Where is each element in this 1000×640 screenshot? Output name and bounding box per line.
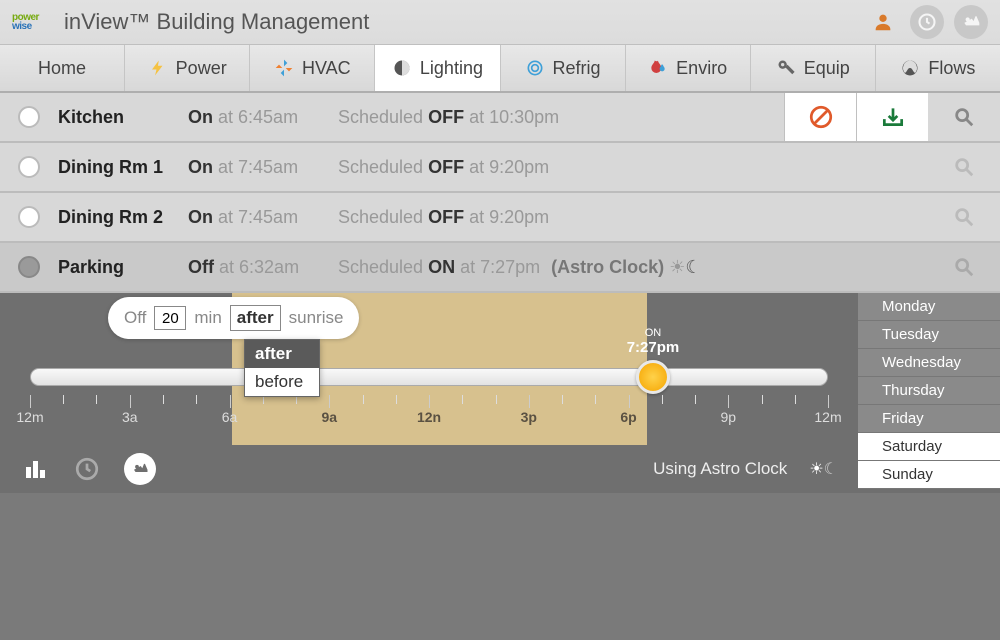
- app-title: inView™ Building Management: [64, 9, 369, 35]
- cancel-button[interactable]: [784, 93, 856, 141]
- zone-list: Kitchen On at 6:45am Scheduled OFF at 10…: [0, 93, 1000, 293]
- zone-state: On at 6:45am: [188, 107, 338, 128]
- logo-bottom: wise: [12, 21, 54, 32]
- zone-name: Parking: [58, 257, 188, 278]
- timeline-track[interactable]: ON 7:27pm: [30, 368, 828, 386]
- refrig-icon: [525, 58, 545, 78]
- dropdown-option[interactable]: before: [245, 368, 319, 396]
- zone-row[interactable]: Kitchen On at 6:45am Scheduled OFF at 10…: [0, 93, 1000, 143]
- zone-row[interactable]: Dining Rm 2 On at 7:45am Scheduled OFF a…: [0, 193, 1000, 243]
- enviro-icon: [648, 58, 668, 78]
- relation-select[interactable]: after: [230, 305, 281, 331]
- day-tuesday[interactable]: Tuesday: [858, 321, 1000, 349]
- main-tabs: Home Power HVAC Lighting Refrig Enviro E…: [0, 45, 1000, 93]
- astro-icon: ☀☾: [809, 459, 838, 479]
- tab-flows[interactable]: Flows: [876, 45, 1000, 91]
- tab-label: Home: [38, 58, 86, 79]
- day-saturday[interactable]: Saturday: [858, 433, 1000, 461]
- tab-label: Lighting: [420, 58, 483, 79]
- flows-icon: [900, 58, 920, 78]
- on-handle[interactable]: ON 7:27pm: [636, 360, 670, 394]
- app-header: power wise inView™ Building Management: [0, 0, 1000, 45]
- astro-icon: ☀☾: [669, 257, 701, 277]
- lightning-icon: [148, 58, 168, 78]
- search-icon[interactable]: [928, 93, 1000, 141]
- dropdown-option[interactable]: after: [245, 340, 319, 368]
- search-icon[interactable]: [928, 206, 1000, 228]
- search-icon[interactable]: [928, 156, 1000, 178]
- user-icon[interactable]: [866, 5, 900, 39]
- zone-schedule: Scheduled ON at 7:27pm (Astro Clock) ☀☾: [338, 257, 928, 278]
- tab-lighting[interactable]: Lighting: [375, 45, 500, 91]
- status-dot: [18, 156, 40, 178]
- zone-state: Off at 6:32am: [188, 257, 338, 278]
- handle-label: ON 7:27pm: [627, 327, 680, 356]
- tab-label: Power: [176, 58, 227, 79]
- relation-dropdown: after before: [244, 339, 320, 397]
- tab-label: Equip: [804, 58, 850, 79]
- offset-input[interactable]: [154, 306, 186, 330]
- offset-pill: Off min after sunrise: [108, 297, 359, 339]
- zone-schedule: Scheduled OFF at 9:20pm: [338, 207, 928, 228]
- clock-icon[interactable]: [72, 454, 102, 484]
- lighting-icon: [392, 58, 412, 78]
- zone-name: Dining Rm 2: [58, 207, 188, 228]
- settings-icon[interactable]: [954, 5, 988, 39]
- hvac-icon: [274, 58, 294, 78]
- zone-state: On at 7:45am: [188, 157, 338, 178]
- tab-equip[interactable]: Equip: [751, 45, 876, 91]
- zone-schedule: Scheduled OFF at 9:20pm: [338, 157, 928, 178]
- day-friday[interactable]: Friday: [858, 405, 1000, 433]
- tab-enviro[interactable]: Enviro: [626, 45, 751, 91]
- astro-clock-label: Using Astro Clock: [653, 459, 787, 479]
- day-monday[interactable]: Monday: [858, 293, 1000, 321]
- settings-icon[interactable]: [124, 453, 156, 485]
- day-picker: Monday Tuesday Wednesday Thursday Friday…: [858, 293, 1000, 489]
- status-dot: [18, 106, 40, 128]
- tab-label: Refrig: [553, 58, 601, 79]
- status-dot: [18, 256, 40, 278]
- zone-name: Kitchen: [58, 107, 188, 128]
- day-wednesday[interactable]: Wednesday: [858, 349, 1000, 377]
- download-button[interactable]: [856, 93, 928, 141]
- tab-refrig[interactable]: Refrig: [501, 45, 626, 91]
- tab-label: HVAC: [302, 58, 351, 79]
- timeline-ticks: 12m3a6a9a12n3p6p9p12m: [30, 395, 828, 427]
- brand-logo: power wise: [12, 7, 54, 37]
- tab-label: Enviro: [676, 58, 727, 79]
- pill-anchor: sunrise: [289, 308, 344, 328]
- equip-icon: [776, 58, 796, 78]
- tab-power[interactable]: Power: [125, 45, 250, 91]
- editor-footer: Using Astro Clock ☀☾: [0, 445, 858, 493]
- chart-icon[interactable]: [20, 454, 50, 484]
- zone-name: Dining Rm 1: [58, 157, 188, 178]
- tab-label: Flows: [928, 58, 975, 79]
- clock-icon[interactable]: [910, 5, 944, 39]
- day-sunday[interactable]: Sunday: [858, 461, 1000, 489]
- zone-row[interactable]: Parking Off at 6:32am Scheduled ON at 7:…: [0, 243, 1000, 293]
- schedule-editor: Off min after sunrise after before ON 7:…: [0, 293, 1000, 493]
- zone-state: On at 7:45am: [188, 207, 338, 228]
- pill-prefix: Off: [124, 308, 146, 328]
- day-thursday[interactable]: Thursday: [858, 377, 1000, 405]
- zone-row[interactable]: Dining Rm 1 On at 7:45am Scheduled OFF a…: [0, 143, 1000, 193]
- status-dot: [18, 206, 40, 228]
- zone-schedule: Scheduled OFF at 10:30pm: [338, 107, 784, 128]
- tab-hvac[interactable]: HVAC: [250, 45, 375, 91]
- tab-home[interactable]: Home: [0, 45, 125, 91]
- search-icon[interactable]: [928, 256, 1000, 278]
- timeline: ON 7:27pm: [30, 368, 828, 386]
- pill-unit: min: [194, 308, 221, 328]
